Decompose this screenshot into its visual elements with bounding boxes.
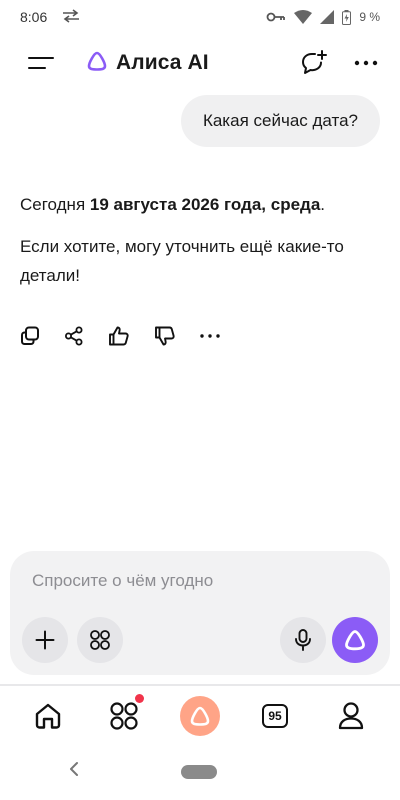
user-message-bubble: Какая сейчас дата? bbox=[180, 95, 380, 147]
notification-dot bbox=[135, 694, 144, 703]
dislike-icon[interactable] bbox=[154, 326, 176, 346]
answer-date-value: 19 августа 2026 года, среда bbox=[89, 195, 321, 214]
user-message-text: Какая сейчас дата? bbox=[202, 111, 358, 130]
more-actions-icon[interactable] bbox=[200, 334, 220, 338]
menu-icon[interactable] bbox=[28, 51, 58, 75]
divider bbox=[0, 684, 400, 686]
battery-icon bbox=[342, 9, 352, 25]
tabs-count: 95 bbox=[262, 704, 288, 728]
services-icon[interactable] bbox=[102, 694, 146, 738]
message-input[interactable] bbox=[32, 571, 362, 591]
like-icon[interactable] bbox=[108, 326, 130, 346]
app-header: Алиса AI bbox=[0, 40, 400, 86]
system-home-pill[interactable] bbox=[181, 765, 217, 779]
answer-date-prefix: Сегодня bbox=[20, 195, 90, 214]
plus-icon[interactable] bbox=[22, 617, 68, 663]
message-actions bbox=[20, 326, 220, 346]
vpn-key-icon bbox=[266, 11, 286, 23]
more-icon[interactable] bbox=[354, 60, 378, 66]
message-composer bbox=[10, 551, 390, 675]
signal-icon bbox=[320, 10, 335, 24]
system-back-icon[interactable] bbox=[68, 761, 80, 782]
share-icon[interactable] bbox=[64, 326, 84, 346]
apps-icon[interactable] bbox=[77, 617, 123, 663]
microphone-icon[interactable] bbox=[280, 617, 326, 663]
alice-send-icon[interactable] bbox=[332, 617, 378, 663]
brand: Алиса AI bbox=[86, 50, 209, 77]
data-transfer-icon bbox=[61, 8, 81, 26]
battery-percent: 9 % bbox=[359, 10, 380, 24]
page-title: Алиса AI bbox=[116, 51, 209, 74]
status-bar: 8:06 9 % bbox=[0, 0, 400, 34]
profile-icon[interactable] bbox=[329, 694, 373, 738]
bottom-nav: 95 bbox=[0, 690, 400, 740]
status-time: 8:06 bbox=[20, 9, 48, 25]
alice-icon[interactable] bbox=[178, 694, 222, 738]
assistant-answer: Сегодня 19 августа 2026 года, среда. Есл… bbox=[20, 190, 380, 303]
copy-icon[interactable] bbox=[20, 326, 40, 346]
alice-logo-icon bbox=[86, 50, 108, 77]
answer-line-offer: Если хотите, могу уточнить ещё какие-то … bbox=[20, 237, 344, 285]
answer-date-suffix: . bbox=[320, 195, 326, 214]
tabs-icon[interactable]: 95 bbox=[253, 694, 297, 738]
home-icon[interactable] bbox=[26, 694, 70, 738]
wifi-icon bbox=[294, 10, 313, 24]
answer-line-date: Сегодня 19 августа 2026 года, среда. bbox=[20, 190, 380, 219]
new-chat-icon[interactable] bbox=[300, 49, 328, 77]
